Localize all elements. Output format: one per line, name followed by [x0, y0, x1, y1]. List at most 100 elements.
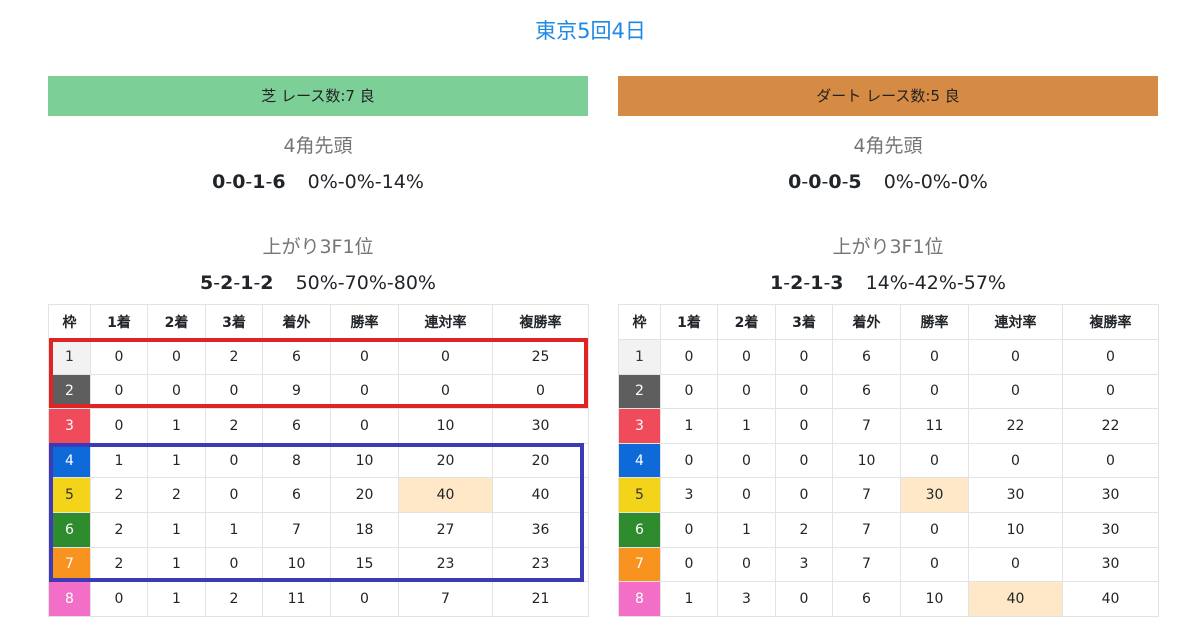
- table-cell: 30: [1062, 546, 1159, 583]
- table-cell: 18: [330, 511, 399, 548]
- turf-last3f-label: 上がり3F1位: [262, 236, 374, 258]
- dirt-corner-stats: 0-0-0-5 0%-0%-0%: [788, 171, 988, 193]
- table-cell: 0: [775, 442, 833, 479]
- table-row: 7 0 0 3 7 0 0 30: [618, 546, 1159, 583]
- table-cell: 0: [90, 581, 148, 617]
- turf-corner-stats: 0-0-1-6 0%-0%-14%: [212, 171, 424, 193]
- table-cell: 2: [90, 546, 148, 583]
- table-cell: 1: [147, 511, 206, 548]
- table-cell: 2: [205, 339, 263, 375]
- table-cell: 20: [492, 442, 589, 479]
- column-header: 枠: [618, 304, 661, 340]
- column-header: 勝率: [900, 304, 969, 340]
- table-cell: 0: [330, 408, 399, 444]
- table-row: 6 2 1 1 7 18 27 36: [48, 511, 589, 548]
- table-cell: 10: [398, 408, 493, 444]
- table-cell: 7: [832, 511, 901, 548]
- table-cell: 1: [90, 442, 148, 479]
- table-cell: 36: [492, 511, 589, 548]
- table-cell: 23: [398, 546, 493, 583]
- table-cell: 1: [205, 511, 263, 548]
- table-cell: 0: [775, 408, 833, 444]
- column-header: 複勝率: [1062, 304, 1159, 340]
- column-header: 2着: [717, 304, 776, 340]
- table-cell: 2: [205, 581, 263, 617]
- frame-number-cell: 5: [48, 477, 91, 513]
- frame-number-cell: 2: [48, 373, 91, 410]
- table-cell: 0: [660, 442, 718, 479]
- table-cell: 0: [330, 339, 399, 375]
- table-cell: 0: [660, 373, 718, 410]
- table-cell: 1: [717, 511, 776, 548]
- table-cell: 0: [90, 339, 148, 375]
- table-cell: 0: [717, 546, 776, 583]
- column-header: 3着: [205, 304, 263, 340]
- table-cell: 0: [205, 373, 263, 410]
- table-cell: 7: [398, 581, 493, 617]
- table-cell: 6: [262, 339, 331, 375]
- table-cell: 40: [1062, 581, 1159, 617]
- table-cell: 0: [147, 339, 206, 375]
- table-cell: 30: [1062, 477, 1159, 513]
- table-cell: 2: [775, 511, 833, 548]
- table-cell: 7: [832, 477, 901, 513]
- table-row: 6 0 1 2 7 0 10 30: [618, 511, 1159, 548]
- table-cell: 0: [330, 373, 399, 410]
- table-cell: 7: [832, 546, 901, 583]
- column-header: 着外: [832, 304, 901, 340]
- column-header: 1着: [660, 304, 718, 340]
- table-row: 7 2 1 0 10 15 23 23: [48, 546, 589, 583]
- table-cell: 0: [900, 339, 969, 375]
- table-cell: 0: [968, 339, 1063, 375]
- table-cell: 0: [968, 546, 1063, 583]
- table-cell: 20: [398, 442, 493, 479]
- turf-header-bar: 芝 レース数:7 良: [48, 76, 588, 116]
- table-cell: 1: [717, 408, 776, 444]
- table-cell: 40: [968, 581, 1063, 617]
- table-header-row: 枠 1着 2着 3着 着外 勝率 連対率 複勝率: [48, 304, 589, 340]
- column-header: 1着: [90, 304, 148, 340]
- table-cell: 10: [900, 581, 969, 617]
- frame-number-cell: 2: [618, 373, 661, 410]
- table-cell: 0: [900, 373, 969, 410]
- table-cell: 8: [262, 442, 331, 479]
- table-cell: 0: [968, 442, 1063, 479]
- table-cell: 0: [775, 373, 833, 410]
- frame-number-cell: 1: [618, 339, 661, 375]
- frame-number-cell: 7: [48, 546, 91, 583]
- table-cell: 22: [1062, 408, 1159, 444]
- dirt-panel: ダート レース数:5 良 4角先頭 0-0-0-5 0%-0%-0% 上がり3F…: [618, 76, 1159, 617]
- frame-number-cell: 8: [618, 581, 661, 617]
- table-cell: 11: [262, 581, 331, 617]
- table-cell: 0: [398, 339, 493, 375]
- table-cell: 1: [147, 442, 206, 479]
- table-cell: 30: [968, 477, 1063, 513]
- frame-number-cell: 8: [48, 581, 91, 617]
- table-row: 4 0 0 0 10 0 0 0: [618, 442, 1159, 479]
- table-cell: 0: [205, 546, 263, 583]
- table-cell: 0: [660, 339, 718, 375]
- table-cell: 40: [398, 477, 493, 513]
- table-cell: 10: [832, 442, 901, 479]
- table-cell: 40: [492, 477, 589, 513]
- table-cell: 1: [147, 581, 206, 617]
- table-cell: 2: [90, 511, 148, 548]
- table-cell: 1: [660, 581, 718, 617]
- table-row: 8 0 1 2 11 0 7 21: [48, 581, 589, 617]
- table-cell: 0: [398, 373, 493, 410]
- page-title: 東京5回4日: [535, 19, 646, 43]
- table-cell: 30: [900, 477, 969, 513]
- table-cell: 0: [1062, 442, 1159, 479]
- table-cell: 0: [968, 373, 1063, 410]
- table-cell: 0: [900, 442, 969, 479]
- table-cell: 0: [660, 511, 718, 548]
- table-cell: 3: [717, 581, 776, 617]
- table-cell: 0: [90, 408, 148, 444]
- table-cell: 0: [900, 546, 969, 583]
- column-header: 枠: [48, 304, 91, 340]
- column-header: 2着: [147, 304, 206, 340]
- table-cell: 0: [775, 477, 833, 513]
- turf-frame-table: 枠 1着 2着 3着 着外 勝率 連対率 複勝率 1 0 0 2 6 0 0 25 2 0 0 0 9 0 0 0 3 0 1 2 6…: [48, 304, 589, 617]
- turf-panel: 芝 レース数:7 良 4角先頭 0-0-1-6 0%-0%-14% 上がり3F1…: [48, 76, 589, 617]
- dirt-frame-table: 枠 1着 2着 3着 着外 勝率 連対率 複勝率 1000600020006000311071…: [618, 304, 1159, 617]
